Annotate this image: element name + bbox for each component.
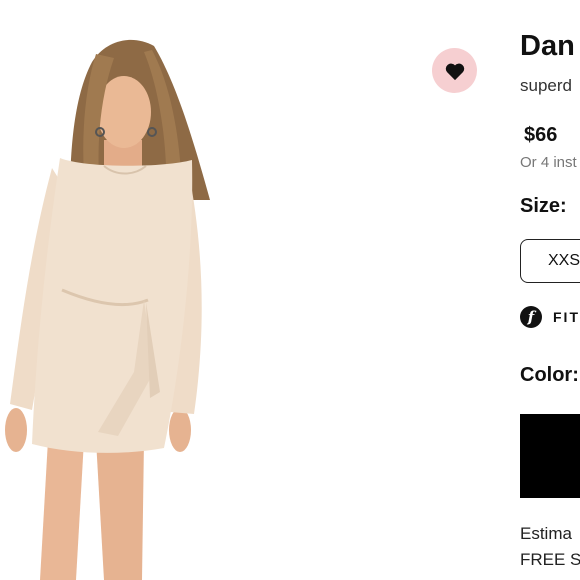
product-price: $66 (524, 124, 558, 146)
free-shipping-text: FREE S (520, 550, 580, 569)
size-option-label: XXS (548, 252, 580, 269)
model-wearing-dress (5, 39, 210, 580)
product-title: Dan (520, 30, 575, 62)
favorite-button[interactable] (432, 48, 477, 93)
fitfinder-icon: f (520, 306, 542, 328)
brand-link[interactable]: superd (520, 76, 572, 96)
installment-text: Or 4 inst (520, 154, 577, 171)
product-info: Dan superd $66 Or 4 inst Size: XXS f FIT… (520, 0, 580, 580)
fit-finder-label: FIT (553, 309, 580, 325)
size-option-xxs[interactable]: XXS (520, 239, 580, 283)
size-label: Size: (520, 195, 567, 217)
product-image[interactable] (0, 0, 420, 580)
color-swatch-black[interactable] (520, 414, 580, 498)
fit-finder-link[interactable]: f FIT (520, 306, 580, 328)
heart-icon (445, 63, 464, 80)
color-label: Color: (520, 364, 579, 386)
shipping-estimate: Estima (520, 524, 572, 543)
